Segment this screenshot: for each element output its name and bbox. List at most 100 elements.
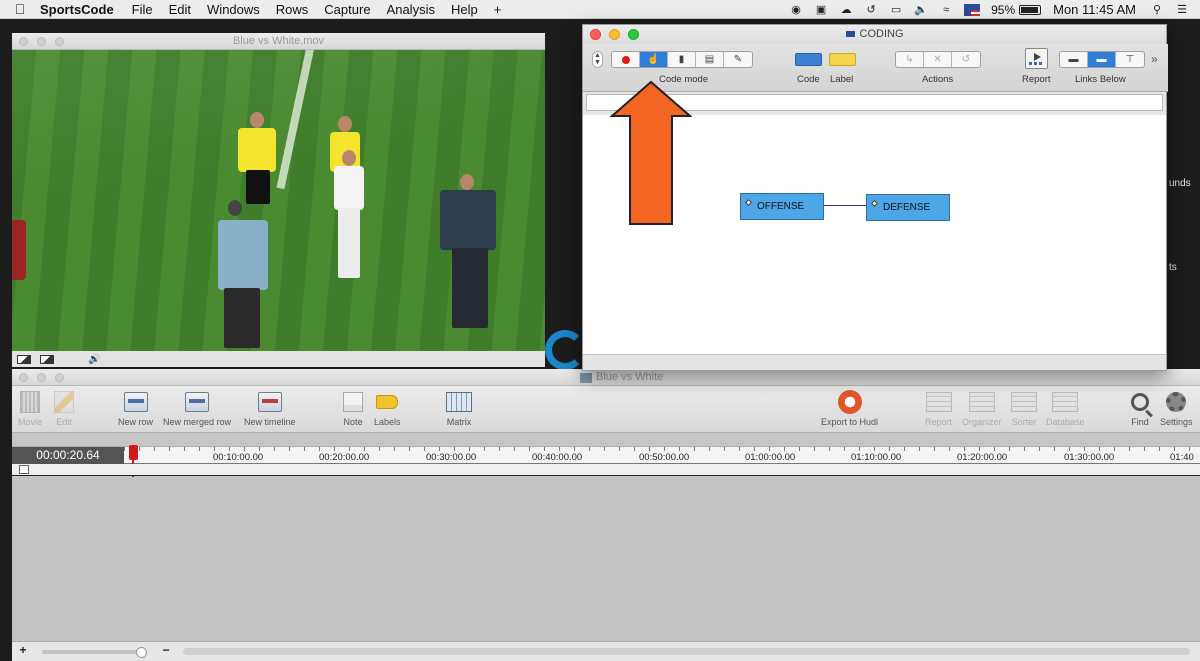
menu-plus[interactable]: + (494, 2, 502, 17)
close-button[interactable] (19, 37, 28, 46)
minimize-button[interactable] (37, 37, 46, 46)
volume-icon[interactable]: 🔈 (914, 4, 928, 16)
zoom-button[interactable] (55, 373, 64, 382)
report-button[interactable]: Report (925, 390, 952, 427)
wifi-icon[interactable]: ≈ (939, 4, 953, 16)
menu-app-name[interactable]: SportsCode (40, 2, 114, 17)
close-button[interactable] (19, 373, 28, 382)
spotlight-search-icon[interactable]: ⚲ (1150, 4, 1164, 16)
new-row-icon (123, 392, 148, 412)
row-select-checkbox[interactable] (19, 465, 29, 474)
eraser-mode-button[interactable]: ▮ (668, 52, 696, 67)
pip-toggle-icon[interactable] (40, 354, 54, 364)
edit-mode-button[interactable]: ✎ (724, 52, 752, 67)
new-label-button[interactable] (829, 53, 856, 66)
sorter-button[interactable]: Sorter (1011, 390, 1037, 427)
code-label: Code (797, 74, 820, 85)
menu-rows[interactable]: Rows (276, 2, 309, 17)
organizer-icon (968, 392, 995, 412)
remove-row-button[interactable]: − (155, 644, 177, 658)
background-logo-fragment (545, 330, 585, 370)
main-window-titlebar[interactable]: Blue vs White (12, 369, 1200, 386)
battery-percent: 95% (991, 2, 1016, 17)
timeline-bottom-bar: + − (12, 641, 1200, 661)
undo-action-button[interactable]: ↺ (952, 52, 980, 67)
note-button[interactable]: Note (343, 390, 363, 427)
movie-label: Movie (18, 417, 43, 427)
video-window-titlebar[interactable]: Blue vs White.mov (12, 33, 545, 50)
link-action-button[interactable]: ↳ (896, 52, 924, 67)
find-button[interactable]: Find (1131, 390, 1149, 427)
video-frame[interactable] (12, 50, 545, 351)
edit-button[interactable]: Edit (54, 390, 74, 427)
links-above-icon: ▬ (1068, 54, 1079, 65)
delete-action-button[interactable]: ✕ (924, 52, 952, 67)
document-mode-button[interactable]: ▤ (696, 52, 724, 67)
document-icon: ▤ (704, 54, 715, 65)
menu-file[interactable]: File (132, 2, 153, 17)
coding-window-titlebar[interactable]: CODING (583, 25, 1166, 44)
volume-icon[interactable]: 🔊 (88, 354, 100, 365)
airplay-icon[interactable]: ▭ (889, 4, 903, 16)
add-row-button[interactable]: + (12, 644, 34, 658)
database-icon (1052, 392, 1079, 412)
status-app-icon[interactable]: ◉ (789, 4, 803, 16)
links-tree-button[interactable]: ⊤ (1116, 52, 1144, 67)
defense-code-button[interactable]: DEFENSE (866, 194, 950, 221)
report-icon[interactable] (1025, 48, 1048, 69)
fullscreen-toggle-icon[interactable] (17, 354, 31, 364)
battery-icon[interactable] (1019, 4, 1042, 15)
time-machine-icon[interactable]: ↺ (864, 4, 878, 16)
matrix-icon (446, 392, 472, 412)
matrix-button[interactable]: Matrix (446, 390, 472, 427)
links-above-button[interactable]: ▬ (1060, 52, 1088, 67)
toolbar-overflow-chevron-icon[interactable]: » (1151, 52, 1158, 66)
hand-mode-button[interactable]: ☝ (640, 52, 668, 67)
export-hudl-button[interactable]: Export to Hudl (821, 390, 878, 427)
apple-icon[interactable]:  (0, 1, 40, 17)
new-timeline-button[interactable]: New timeline (244, 390, 296, 427)
code-link-line (824, 205, 867, 206)
label-label: Label (830, 74, 854, 85)
timeline-ruler[interactable]: 00:00:20.64 00:10:00.00 00:20:00.00 00:3… (12, 445, 1200, 480)
menu-edit[interactable]: Edit (169, 2, 191, 17)
timeline-area[interactable] (12, 477, 1200, 641)
menu-help[interactable]: Help (451, 2, 478, 17)
menu-bar:  SportsCode File Edit Windows Rows Capt… (0, 0, 1200, 19)
menu-capture[interactable]: Capture (324, 2, 370, 17)
note-label: Note (343, 417, 363, 427)
minimize-button[interactable] (609, 29, 620, 40)
window-stepper[interactable]: ▲ ▼ (592, 51, 603, 68)
notification-list-icon[interactable]: ☰ (1175, 4, 1189, 16)
menu-analysis[interactable]: Analysis (387, 2, 435, 17)
cloud-icon[interactable]: ☁ (839, 4, 853, 16)
links-below-button[interactable]: ▬ (1088, 52, 1116, 67)
menubar-clock[interactable]: Mon 11:45 AM (1053, 2, 1136, 17)
bookmark-icon[interactable]: ▣ (814, 4, 828, 16)
flag-icon[interactable] (964, 3, 981, 16)
new-row-button[interactable]: New row (118, 390, 153, 427)
menu-windows[interactable]: Windows (207, 2, 260, 17)
new-code-button[interactable] (795, 53, 822, 66)
close-button[interactable] (590, 29, 601, 40)
offense-code-button[interactable]: OFFENSE (740, 193, 824, 220)
new-merged-row-button[interactable]: New merged row (163, 390, 231, 427)
labels-label: Labels (374, 417, 401, 427)
database-button[interactable]: Database (1046, 390, 1085, 427)
organizer-button[interactable]: Organizer (962, 390, 1002, 427)
record-mode-button[interactable] (612, 52, 640, 67)
background-text-fragment: ts (1169, 262, 1177, 273)
labels-button[interactable]: Labels (374, 390, 401, 427)
settings-button[interactable]: Settings (1160, 390, 1193, 427)
minimize-button[interactable] (37, 373, 46, 382)
links-below-segment: ▬ ▬ ⊤ (1059, 51, 1145, 68)
zoom-slider[interactable] (42, 646, 147, 658)
tick-label: 01:20:00.00 (957, 452, 1008, 463)
horizontal-scrollbar[interactable] (183, 648, 1190, 655)
movie-button[interactable]: Movie (18, 390, 42, 427)
defense-code-label: DEFENSE (883, 202, 931, 213)
zoom-button[interactable] (55, 37, 64, 46)
code-mode-segment: ☝ ▮ ▤ ✎ (611, 51, 753, 68)
video-window-title: Blue vs White.mov (232, 35, 325, 47)
zoom-button[interactable] (628, 29, 639, 40)
